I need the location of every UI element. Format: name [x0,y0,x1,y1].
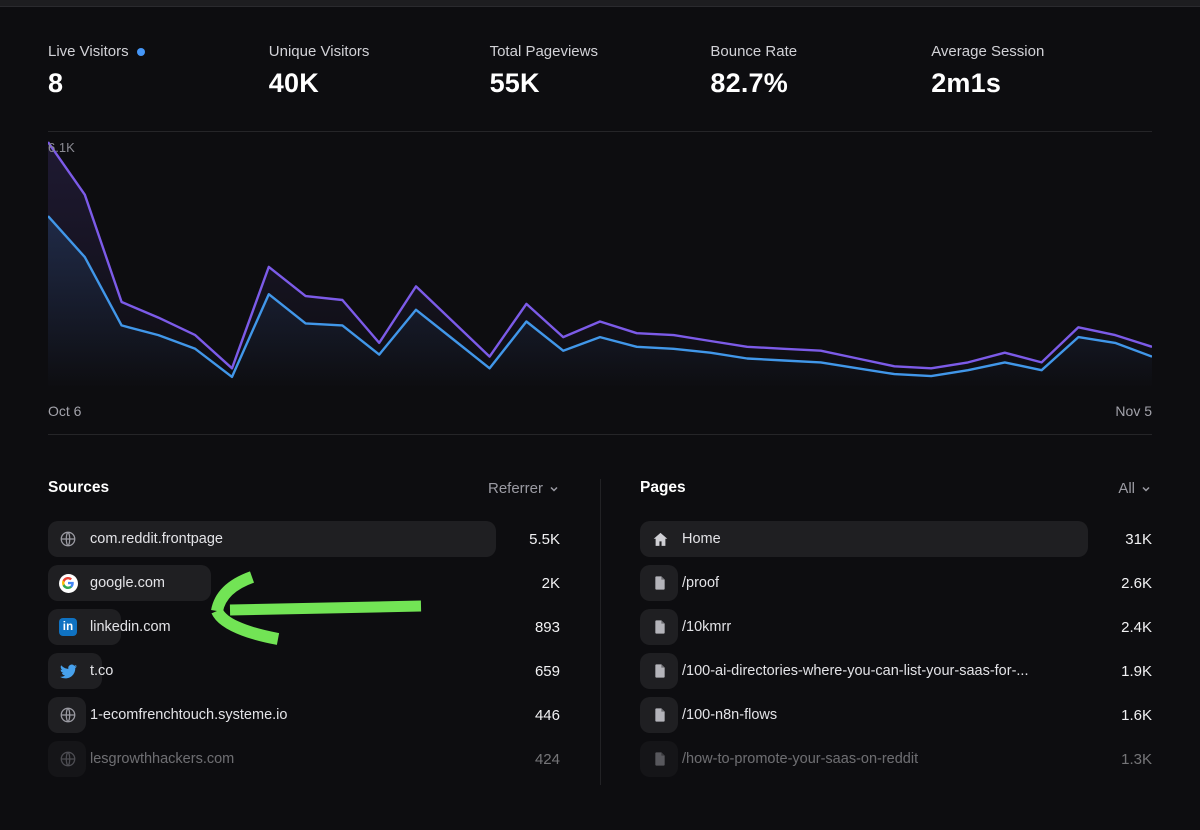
x-axis-labels: Oct 6 Nov 5 [48,390,1152,434]
source-row[interactable]: in linkedin.com 893 [48,609,560,645]
row-value: 1.6K [1088,707,1152,724]
row-bar-track: google.com [48,565,496,601]
page-icon [650,661,670,681]
pages-filter-dropdown[interactable]: All [1118,480,1152,497]
google-icon [58,573,78,593]
page-row[interactable]: /proof 2.6K [640,565,1152,601]
sources-title: Sources [48,479,109,497]
page-row[interactable]: Home 31K [640,521,1152,557]
stat-card: Unique Visitors 40K [269,43,490,99]
stat-label: Average Session [931,43,1152,60]
divider [48,131,1152,132]
stat-label: Bounce Rate [710,43,931,60]
page-row[interactable]: /10kmrr 2.4K [640,609,1152,645]
page-icon [650,573,670,593]
page-row[interactable]: /100-ai-directories-where-you-can-list-y… [640,653,1152,689]
page-row[interactable]: /100-n8n-flows 1.6K [640,697,1152,733]
globe-icon [58,529,78,549]
x-axis-end-label: Nov 5 [1115,403,1152,419]
row-label: /proof [682,575,719,591]
pages-title: Pages [640,479,686,497]
row-bar-track: in linkedin.com [48,609,496,645]
row-value: 659 [496,663,560,680]
twitter-icon [58,661,78,681]
row-value: 1.9K [1088,663,1152,680]
chevron-down-icon [1140,483,1152,495]
y-axis-max-label: 6.1K [48,140,75,155]
stat-value: 55K [490,68,711,99]
stat-label: Live Visitors [48,43,269,60]
stat-card: Average Session 2m1s [931,43,1152,99]
sources-filter-dropdown[interactable]: Referrer [488,480,560,497]
row-label: google.com [90,575,165,591]
row-bar-track: lesgrowthhackers.com [48,741,496,777]
row-label: /10kmrr [682,619,731,635]
row-value: 2K [496,575,560,592]
row-label: /100-n8n-flows [682,707,777,723]
stat-card: Total Pageviews 55K [490,43,711,99]
x-axis-start-label: Oct 6 [48,403,81,419]
source-row[interactable]: google.com 2K [48,565,560,601]
sources-panel: Sources Referrer com.reddit.frontpage 5.5… [48,479,560,785]
row-value: 2.4K [1088,619,1152,636]
stat-value: 8 [48,68,269,99]
row-label: com.reddit.frontpage [90,531,223,547]
row-bar-track: Home [640,521,1088,557]
row-value: 5.5K [496,531,560,548]
stat-card: Bounce Rate 82.7% [710,43,931,99]
row-value: 1.3K [1088,751,1152,768]
linkedin-icon: in [58,617,78,637]
stat-value: 2m1s [931,68,1152,99]
row-label: t.co [90,663,113,679]
row-value: 424 [496,751,560,768]
row-label: /100-ai-directories-where-you-can-list-y… [682,663,1029,679]
page-icon [650,749,670,769]
stat-card: Live Visitors 8 [48,43,269,99]
pages-panel: Pages All Home 31K/proof 2.6K/10kmrr 2.4K/1… [640,479,1152,785]
globe-icon [58,749,78,769]
row-bar-track: /100-ai-directories-where-you-can-list-y… [640,653,1088,689]
home-icon [650,529,670,549]
source-row[interactable]: lesgrowthhackers.com 424 [48,741,560,777]
stat-value: 40K [269,68,490,99]
row-bar-track: /100-n8n-flows [640,697,1088,733]
row-label: Home [682,531,721,547]
row-value: 31K [1088,531,1152,548]
sources-filter-label: Referrer [488,480,543,497]
live-dot-icon [137,48,145,56]
source-row[interactable]: com.reddit.frontpage 5.5K [48,521,560,557]
row-label: linkedin.com [90,619,171,635]
globe-icon [58,705,78,725]
row-bar-track: 1-ecomfrenchtouch.systeme.io [48,697,496,733]
stat-label: Unique Visitors [269,43,490,60]
traffic-chart: 6.1K [48,134,1152,390]
row-value: 893 [496,619,560,636]
window-top-edge [0,0,1200,7]
row-bar-track: /proof [640,565,1088,601]
source-row[interactable]: t.co 659 [48,653,560,689]
page-icon [650,617,670,637]
row-label: /how-to-promote-your-saas-on-reddit [682,751,918,767]
page-row[interactable]: /how-to-promote-your-saas-on-reddit 1.3K [640,741,1152,777]
row-bar-track: /10kmrr [640,609,1088,645]
row-bar-track: /how-to-promote-your-saas-on-reddit [640,741,1088,777]
row-value: 2.6K [1088,575,1152,592]
stat-label: Total Pageviews [490,43,711,60]
row-value: 446 [496,707,560,724]
row-bar-track: com.reddit.frontpage [48,521,496,557]
line-chart [48,134,1152,390]
source-row[interactable]: 1-ecomfrenchtouch.systeme.io 446 [48,697,560,733]
row-bar-track: t.co [48,653,496,689]
row-label: lesgrowthhackers.com [90,751,234,767]
pages-filter-label: All [1118,480,1135,497]
chevron-down-icon [548,483,560,495]
column-divider [600,479,601,785]
stats-bar: Live Visitors 8Unique Visitors 40KTotal Pa… [48,43,1152,99]
stat-value: 82.7% [710,68,931,99]
row-label: 1-ecomfrenchtouch.systeme.io [90,707,287,723]
page-icon [650,705,670,725]
